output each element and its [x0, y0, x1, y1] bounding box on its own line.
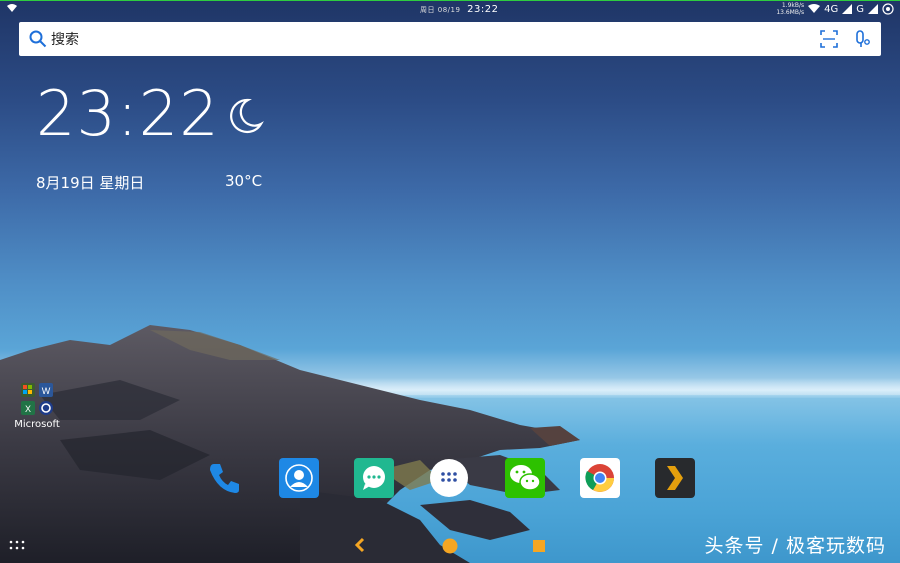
- contacts-app[interactable]: [279, 458, 319, 498]
- battery-circle-icon: [882, 3, 894, 15]
- status-time: 23:22: [467, 4, 499, 15]
- download-speed: 13.6MB/s: [776, 9, 805, 16]
- cell-signal-2-icon: [868, 4, 878, 14]
- network-type-g: G: [856, 3, 864, 15]
- search-bar[interactable]: 搜索: [19, 22, 881, 56]
- moon-weather-icon: [230, 98, 264, 134]
- recents-button-icon[interactable]: [532, 539, 546, 553]
- upload-speed: 1.9kB/s: [781, 2, 805, 9]
- phone-app[interactable]: [204, 458, 244, 498]
- network-type-4g: 4G: [824, 3, 839, 15]
- back-button-icon[interactable]: [353, 537, 369, 553]
- wechat-icon: [510, 465, 541, 491]
- wifi-signal-icon: [808, 4, 821, 13]
- status-date: 08/19: [437, 6, 461, 14]
- clock-time[interactable]: 23:22: [36, 80, 220, 148]
- status-datetime: 周日 08/19 23:22: [420, 4, 498, 15]
- search-placeholder: 搜索: [51, 32, 79, 48]
- status-top-line: [0, 0, 900, 1]
- weather-temperature: 30°C: [225, 172, 263, 190]
- chrome-icon: [585, 464, 614, 492]
- home-button-icon[interactable]: [441, 537, 459, 555]
- plex-icon: [667, 466, 683, 490]
- messages-icon: [363, 466, 385, 490]
- all-apps-grid-icon[interactable]: [9, 540, 25, 552]
- phone-icon: [210, 464, 239, 493]
- status-bar: 周日 08/19 23:22 1.9kB/s 13.6MB/s 4G G: [0, 0, 900, 20]
- messages-app[interactable]: [354, 458, 394, 498]
- cell-signal-icon: [842, 4, 853, 14]
- wechat-app[interactable]: [505, 458, 545, 498]
- app-drawer-button[interactable]: [429, 458, 469, 498]
- status-indicators: 1.9kB/s 13.6MB/s 4G G: [776, 2, 894, 16]
- status-weekday: 周日: [420, 6, 435, 14]
- network-speed: 1.9kB/s 13.6MB/s: [776, 2, 804, 16]
- microsoft-folder-icon[interactable]: W X: [18, 380, 58, 420]
- svg-text:W: W: [42, 386, 51, 396]
- wifi-icon: [7, 4, 17, 12]
- search-icon: [29, 30, 47, 48]
- svg-text:X: X: [25, 404, 31, 414]
- voice-search-icon[interactable]: [853, 29, 871, 49]
- app-drawer-icon: [430, 459, 468, 497]
- plex-app[interactable]: [655, 458, 695, 498]
- watermark-text: 头条号 / 极客玩数码: [704, 535, 886, 557]
- clock-date: 8月19日 星期日: [36, 174, 145, 192]
- scan-icon[interactable]: [819, 29, 839, 49]
- folder-label: Microsoft: [14, 419, 60, 430]
- contacts-icon: [285, 464, 313, 492]
- chrome-app[interactable]: [580, 458, 620, 498]
